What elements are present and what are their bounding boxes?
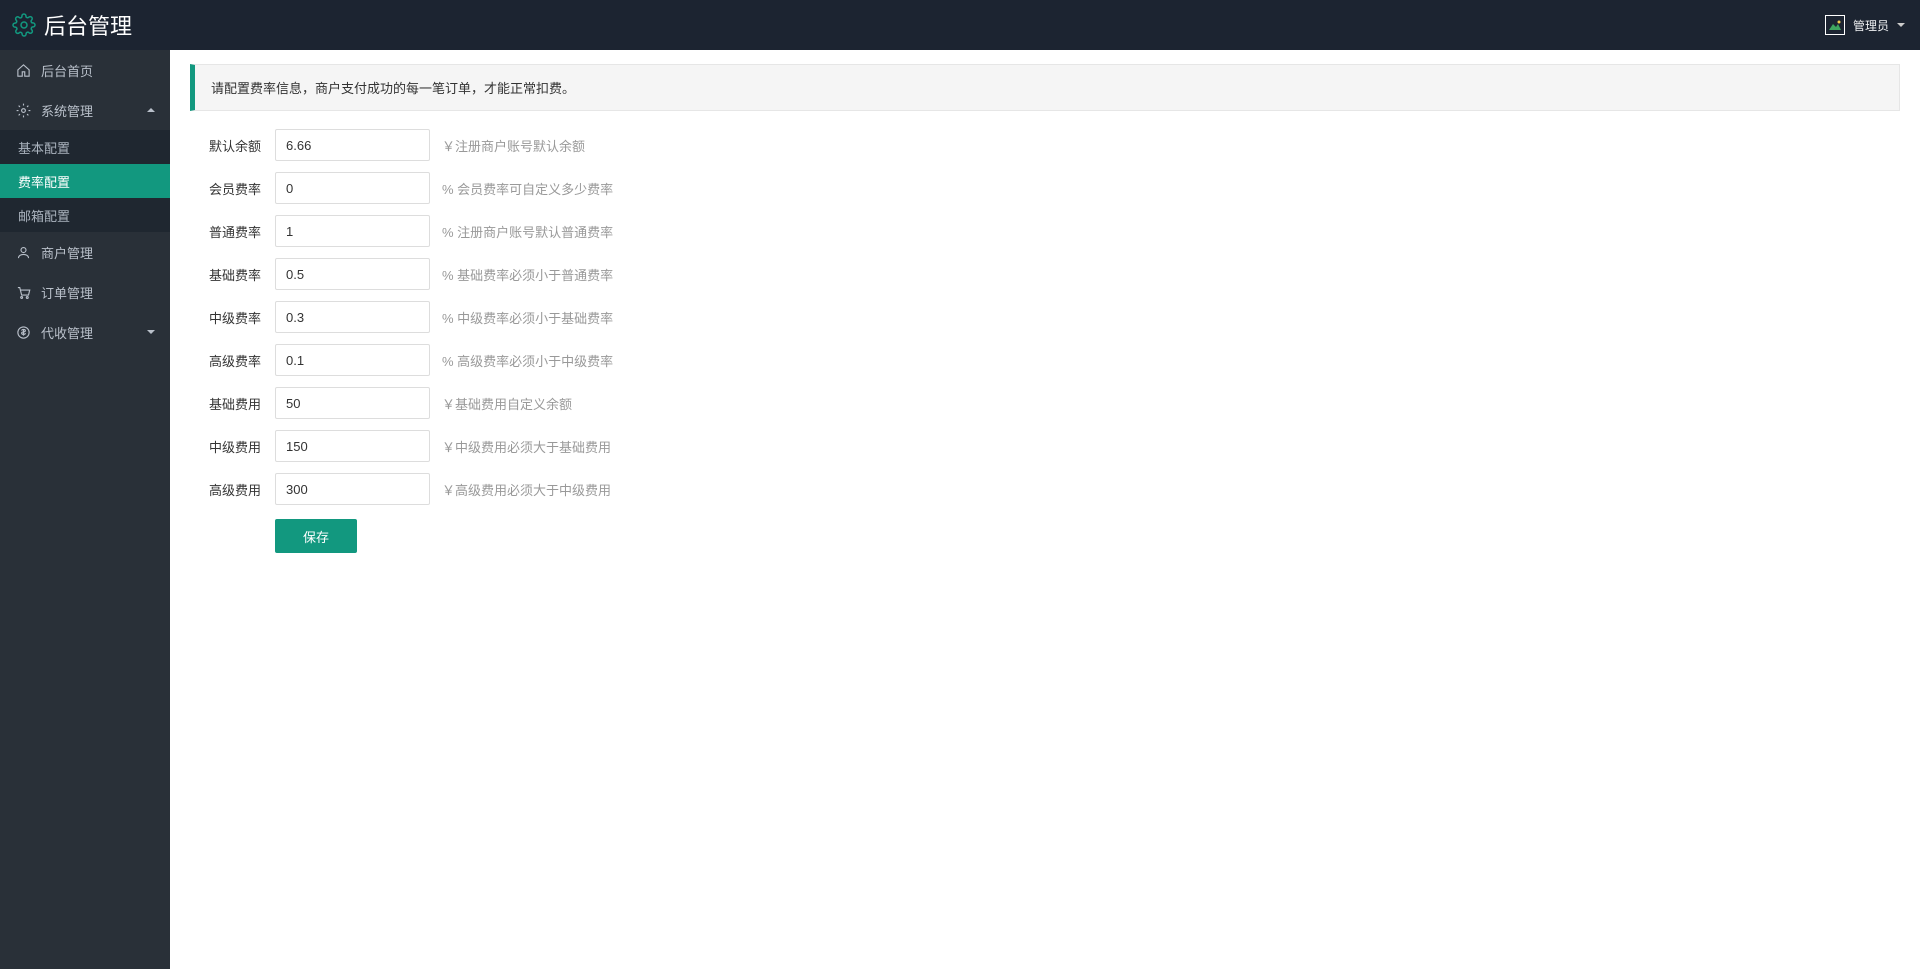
sidebar-subitem-email-config[interactable]: 邮箱配置	[0, 198, 170, 232]
form-row-normal_rate: 普通费率 % 注册商户账号默认普通费率	[190, 215, 1900, 247]
layout: 后台首页 系统管理 基本配置 费率配置 邮箱配置 商户管理	[0, 50, 1920, 969]
high_rate-input[interactable]	[275, 344, 430, 376]
sidebar-item-orders[interactable]: 订单管理	[0, 272, 170, 312]
save-button[interactable]: 保存	[275, 519, 357, 553]
sidebar-item-label: 订单管理	[41, 283, 93, 302]
dollar-icon	[15, 324, 31, 340]
user-icon	[15, 244, 31, 260]
sidebar-item-label: 系统管理	[41, 101, 93, 120]
form-label: 中级费用	[190, 437, 275, 456]
form-label: 普通费率	[190, 222, 275, 241]
form-hint: % 基础费率必须小于普通费率	[442, 265, 613, 284]
form-row-high_rate: 高级费率 % 高级费率必须小于中级费率	[190, 344, 1900, 376]
form-label: 中级费率	[190, 308, 275, 327]
avatar	[1825, 15, 1845, 35]
form-hint: % 注册商户账号默认普通费率	[442, 222, 613, 241]
topbar: 后台管理 管理员	[0, 0, 1920, 50]
user-menu[interactable]: 管理员	[1825, 15, 1905, 35]
form-hint: ￥中级费用必须大于基础费用	[442, 437, 611, 456]
home-icon	[15, 62, 31, 78]
form-label: 会员费率	[190, 179, 275, 198]
content: 请配置费率信息，商户支付成功的每一笔订单，才能正常扣费。 默认余额 ￥注册商户账号…	[170, 50, 1920, 969]
sidebar-item-merchant[interactable]: 商户管理	[0, 232, 170, 272]
member_rate-input[interactable]	[275, 172, 430, 204]
form-hint: ￥基础费用自定义余额	[442, 394, 572, 413]
form-hint: ￥高级费用必须大于中级费用	[442, 480, 611, 499]
form-label: 高级费用	[190, 480, 275, 499]
sidebar-item-label: 基本配置	[18, 138, 70, 157]
form-label: 基础费用	[190, 394, 275, 413]
alert-text: 请配置费率信息，商户支付成功的每一笔订单，才能正常扣费。	[211, 81, 575, 96]
form-label: 高级费率	[190, 351, 275, 370]
form-hint: ￥注册商户账号默认余额	[442, 136, 585, 155]
form-hint: % 会员费率可自定义多少费率	[442, 179, 613, 198]
rate-form: 默认余额 ￥注册商户账号默认余额会员费率 % 会员费率可自定义多少费率普通费率 % 注…	[190, 129, 1900, 553]
sidebar-item-label: 后台首页	[41, 61, 93, 80]
sidebar-item-label: 商户管理	[41, 243, 93, 262]
brand: 后台管理	[12, 9, 132, 41]
sidebar-item-system[interactable]: 系统管理	[0, 90, 170, 130]
form-label: 默认余额	[190, 136, 275, 155]
form-row-member_rate: 会员费率 % 会员费率可自定义多少费率	[190, 172, 1900, 204]
gear-icon	[15, 102, 31, 118]
chevron-down-icon	[147, 330, 155, 334]
sidebar-subitem-basic-config[interactable]: 基本配置	[0, 130, 170, 164]
normal_rate-input[interactable]	[275, 215, 430, 247]
mid_fee-input[interactable]	[275, 430, 430, 462]
sidebar-subitem-rate-config[interactable]: 费率配置	[0, 164, 170, 198]
cart-icon	[15, 284, 31, 300]
sidebar-item-home[interactable]: 后台首页	[0, 50, 170, 90]
sidebar: 后台首页 系统管理 基本配置 费率配置 邮箱配置 商户管理	[0, 50, 170, 969]
chevron-down-icon	[1897, 23, 1905, 27]
form-label: 基础费率	[190, 265, 275, 284]
sidebar-item-collection[interactable]: 代收管理	[0, 312, 170, 352]
alert: 请配置费率信息，商户支付成功的每一笔订单，才能正常扣费。	[190, 64, 1900, 111]
sidebar-item-label: 费率配置	[18, 172, 70, 191]
brand-title: 后台管理	[44, 9, 132, 41]
form-row-base_rate: 基础费率 % 基础费率必须小于普通费率	[190, 258, 1900, 290]
high_fee-input[interactable]	[275, 473, 430, 505]
user-name: 管理员	[1853, 17, 1889, 34]
form-row-base_fee: 基础费用 ￥基础费用自定义余额	[190, 387, 1900, 419]
form-hint: % 中级费率必须小于基础费率	[442, 308, 613, 327]
form-row-mid_rate: 中级费率 % 中级费率必须小于基础费率	[190, 301, 1900, 333]
sidebar-item-label: 邮箱配置	[18, 206, 70, 225]
default_balance-input[interactable]	[275, 129, 430, 161]
form-row-mid_fee: 中级费用 ￥中级费用必须大于基础费用	[190, 430, 1900, 462]
form-row-default_balance: 默认余额 ￥注册商户账号默认余额	[190, 129, 1900, 161]
base_fee-input[interactable]	[275, 387, 430, 419]
form-row-high_fee: 高级费用 ￥高级费用必须大于中级费用	[190, 473, 1900, 505]
sidebar-item-label: 代收管理	[41, 323, 93, 342]
chevron-up-icon	[147, 108, 155, 112]
form-actions: 保存	[275, 519, 1900, 553]
base_rate-input[interactable]	[275, 258, 430, 290]
mid_rate-input[interactable]	[275, 301, 430, 333]
gear-icon	[12, 13, 36, 37]
form-hint: % 高级费率必须小于中级费率	[442, 351, 613, 370]
